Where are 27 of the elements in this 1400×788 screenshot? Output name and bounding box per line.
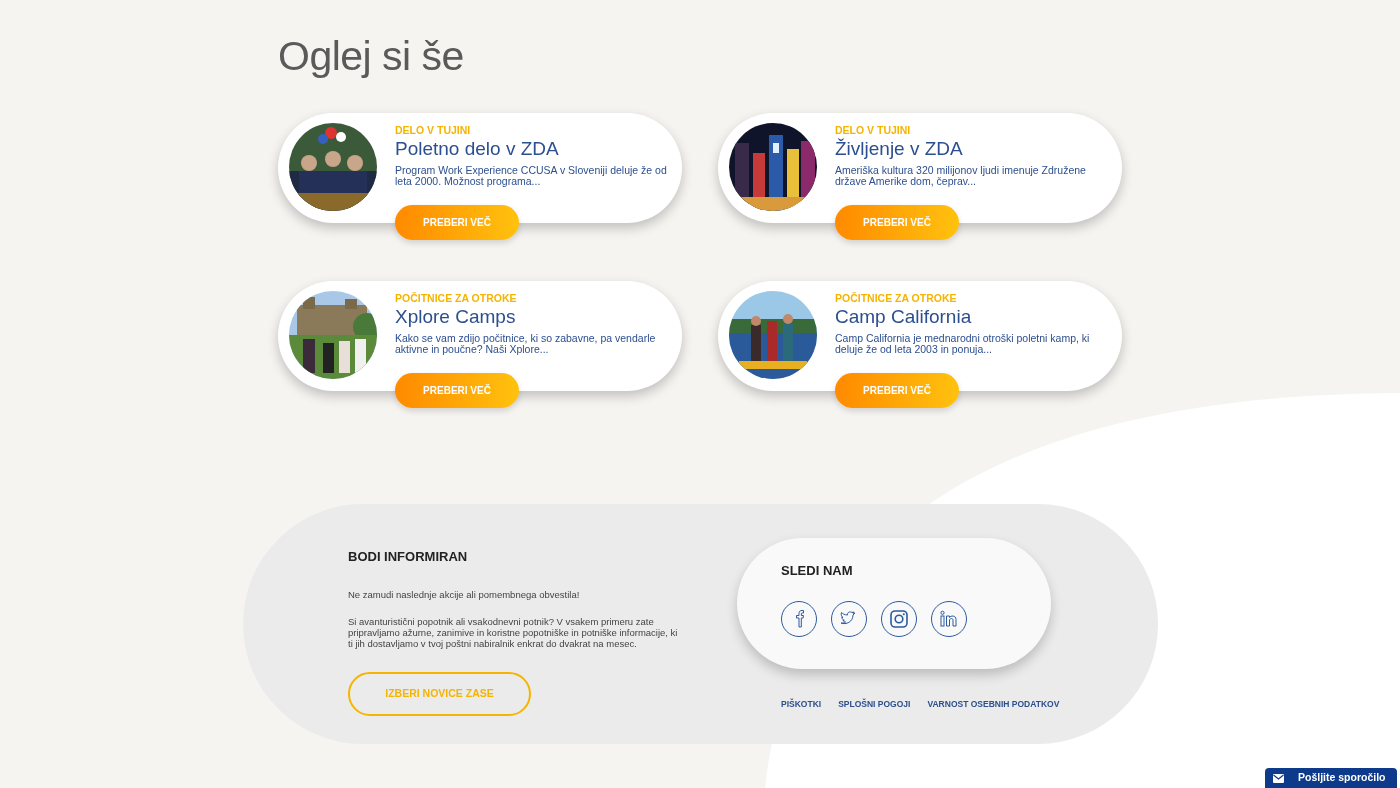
article-excerpt: Program Work Experience CCUSA v Sloveniji deluje že od leta 2000. Možnost programa... bbox=[395, 165, 668, 188]
send-message-button[interactable]: Pošljite sporočilo bbox=[1265, 768, 1397, 788]
newsletter-title: BODI INFORMIRAN bbox=[348, 549, 469, 565]
article-title: Življenje v ZDA bbox=[835, 137, 964, 162]
read-more-button[interactable]: PREBERI VEČ bbox=[835, 205, 959, 241]
article-category: DELO V TUJINI bbox=[395, 124, 472, 138]
article-category: DELO V TUJINI bbox=[835, 124, 912, 138]
article-excerpt: Camp California je mednarodni otroški poletni kamp, ki deluje že od leta 2003 in ponuja... bbox=[835, 333, 1091, 356]
read-more-button[interactable]: PREBERI VEČ bbox=[395, 205, 519, 241]
section-title: Oglej si še bbox=[278, 34, 465, 80]
article-excerpt: Kako se vam zdijo počitnice, ki so zabavne, pa vendarle aktivne in poučne? Naši Xplore... bbox=[395, 333, 657, 356]
footer-link[interactable]: SPLOŠNI POGOJI bbox=[838, 698, 911, 711]
newsletter-button[interactable]: IZBERI NOVICE ZASE bbox=[348, 671, 531, 716]
social-title: SLEDI NAM bbox=[781, 563, 854, 579]
read-more-button[interactable]: PREBERI VEČ bbox=[835, 373, 959, 409]
footer-link[interactable]: VARNOST OSEBNIH PODATKOV bbox=[927, 698, 1060, 711]
read-more-button[interactable]: PREBERI VEČ bbox=[395, 373, 519, 409]
article-category: POČITNICE ZA OTROKE bbox=[395, 292, 518, 306]
article-title: Poletno delo v ZDA bbox=[395, 137, 560, 162]
article-title: Camp California bbox=[835, 305, 973, 330]
newsletter-text: Si avanturistični popotnik ali vsakodnevni potnik? V vsakem primeru zate pripravljamo ažurne, zanimive in koristne popotniške in potniške informacije, ki ti jih dostavljamo v tvoj poštni nabiralnik enkrat do dvakrat na mesec. bbox=[348, 615, 678, 649]
article-excerpt: Ameriška kultura 320 milijonov ljudi imenuje Združene države Amerike dom, čeprav... bbox=[835, 165, 1087, 188]
footer-link[interactable]: PIŠKOTKI bbox=[781, 698, 822, 711]
newsletter-lead: Ne zamudi naslednje akcije ali pomembnega obvestila! bbox=[348, 588, 581, 600]
article-title: Xplore Camps bbox=[395, 305, 517, 330]
article-category: POČITNICE ZA OTROKE bbox=[835, 292, 958, 306]
envelope-icon bbox=[1273, 773, 1284, 783]
